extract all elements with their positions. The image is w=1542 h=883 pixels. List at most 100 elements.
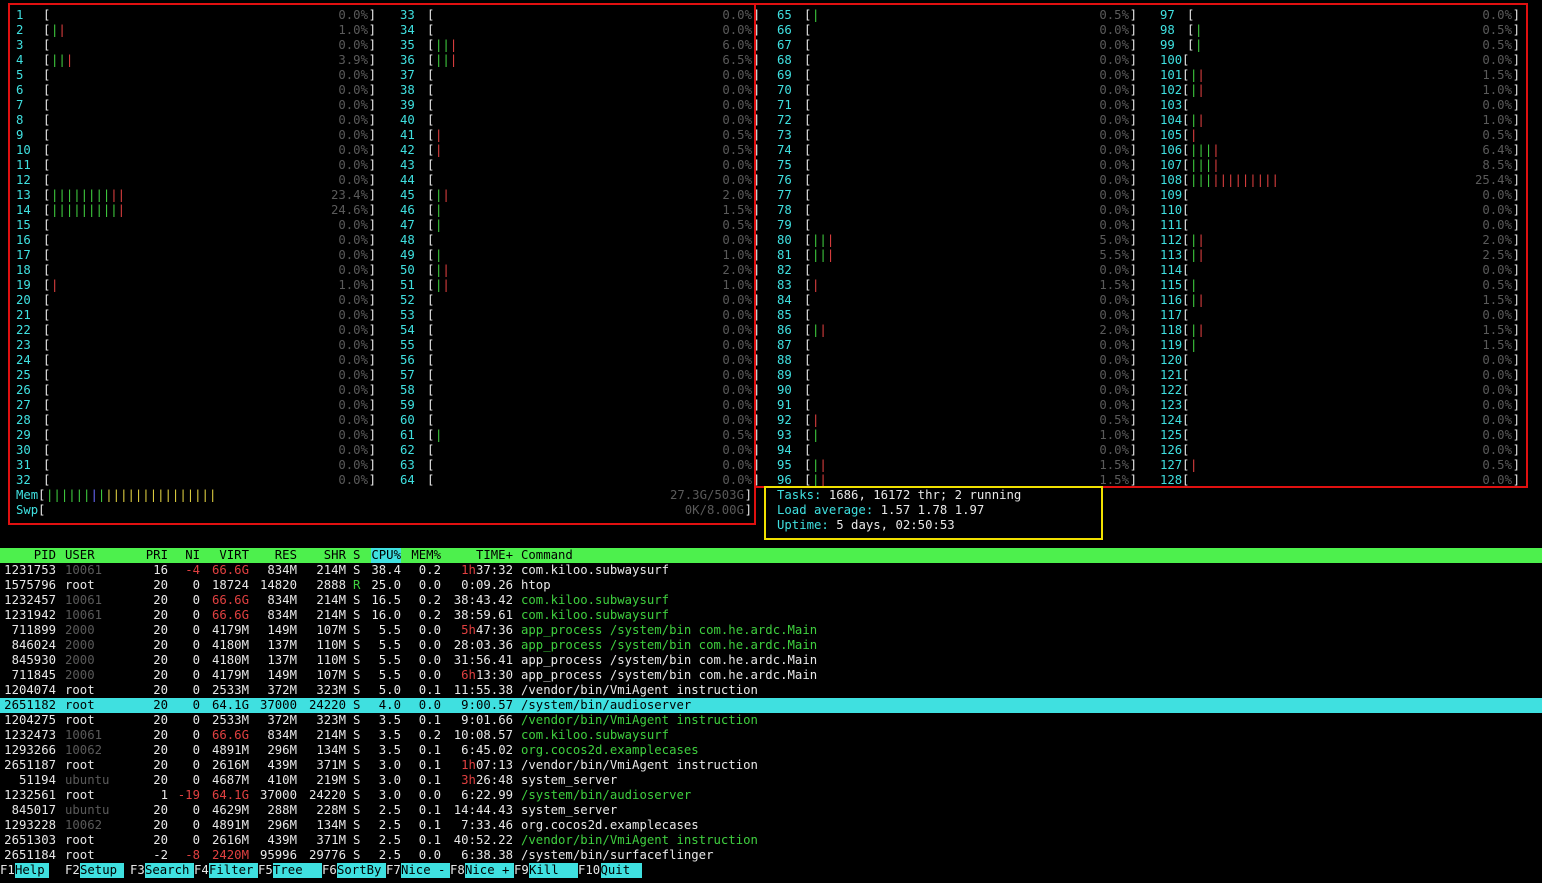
process-row[interactable]: 1231753 10061 16 -4 66.6G 834M 214M S 38.4 0.2 1h3… — [0, 563, 1542, 578]
time-rest: 11:55.38 — [453, 683, 513, 697]
process-row[interactable]: 846024 2000 20 0 4180M 137M 110M S 5.5 0.0 28:03.3… — [0, 638, 1542, 653]
process-cmd: /system/bin/audioserver — [521, 698, 692, 712]
process-row[interactable]: 1232561 root 1 -19 64.1G 37000 24220 S 3.0 0.0 6:2… — [0, 788, 1542, 803]
process-row[interactable]: 1232457 10061 20 0 66.6G 834M 214M S 16.5 0.2 38:4… — [0, 593, 1542, 608]
process-row[interactable]: 2651182 root 20 0 64.1G 37000 24220 S 4.0 0.0 9:00… — [0, 698, 1542, 713]
column-header-virt[interactable]: VIRT — [219, 548, 249, 563]
process-mem: 0.0 — [418, 668, 441, 682]
process-res: 149M — [267, 623, 297, 637]
process-row[interactable]: 711845 2000 20 0 4179M 149M 107M S 5.5 0.0 6h13:30… — [0, 668, 1542, 683]
process-row[interactable]: 845017 ubuntu 20 0 4629M 288M 228M S 2.5 0.1 14:44… — [0, 803, 1542, 818]
time-rest: 38:59.61 — [453, 608, 513, 622]
process-ni: 0 — [192, 593, 200, 607]
process-ni: 0 — [192, 833, 200, 847]
process-cpu: 5.5 — [378, 668, 401, 682]
process-time: 6:45.02 — [461, 743, 513, 758]
process-row[interactable]: 1293266 10062 20 0 4891M 296M 134M S 3.5 0.1 6:45.… — [0, 743, 1542, 758]
process-virt: 4179M — [211, 668, 249, 682]
column-header-ni[interactable]: NI — [185, 548, 200, 563]
footer-action-help[interactable]: Help — [15, 863, 49, 878]
process-ni: 0 — [192, 773, 200, 787]
footer-action-nice[interactable]: Nice + — [465, 863, 514, 878]
footer-action-filter[interactable]: Filter — [209, 863, 258, 878]
process-row[interactable]: 1204275 root 20 0 2533M 372M 323M S 3.5 0.1 9:01.6… — [0, 713, 1542, 728]
process-s: S — [353, 653, 361, 667]
process-res: 149M — [267, 668, 297, 682]
process-row[interactable]: 1293228 10062 20 0 4891M 296M 134M S 2.5 0.1 7:33.… — [0, 818, 1542, 833]
column-header-res[interactable]: RES — [275, 548, 297, 563]
process-table[interactable]: 1231753 10061 16 -4 66.6G 834M 214M S 38.4 0.2 1h3… — [0, 563, 1542, 863]
process-ni: 0 — [192, 698, 200, 712]
process-user: ubuntu — [65, 803, 110, 817]
process-virt: 66.6G — [211, 728, 249, 742]
process-res: 37000 — [259, 788, 297, 802]
process-ni: 0 — [192, 638, 200, 652]
process-cmd: com.kiloo.subwaysurf — [521, 728, 670, 742]
process-shr: 219M — [316, 773, 346, 787]
process-virt: 2533M — [211, 683, 249, 697]
footer-key-f8: F8 — [450, 863, 465, 878]
process-cpu: 4.0 — [378, 698, 401, 712]
process-pri: 20 — [153, 623, 168, 637]
column-header-cpu-[interactable]: CPU% — [371, 548, 401, 563]
process-shr: 24220 — [308, 698, 346, 712]
footer-action-quit[interactable]: Quit — [600, 863, 642, 878]
process-mem: 0.0 — [418, 698, 441, 712]
process-pri: 1 — [160, 788, 168, 802]
footer-key-f4: F4 — [194, 863, 209, 878]
process-pri: 20 — [153, 698, 168, 712]
footer-key-f2: F2 — [65, 863, 80, 878]
process-cmd: /system/bin/audioserver — [521, 788, 692, 802]
process-user: root — [65, 758, 95, 772]
process-row[interactable]: 1231942 10061 20 0 66.6G 834M 214M S 16.0 0.2 38:5… — [0, 608, 1542, 623]
column-header-command[interactable]: Command — [521, 548, 573, 563]
footer-action-tree[interactable]: Tree — [273, 863, 322, 878]
process-ni: 0 — [192, 818, 200, 832]
process-cmd: /vendor/bin/VmiAgent instruction — [521, 833, 758, 847]
process-row[interactable]: 2651187 root 20 0 2616M 439M 371M S 3.0 0.1 1h07:1… — [0, 758, 1542, 773]
column-header-pri[interactable]: PRI — [146, 548, 168, 563]
process-cmd: system_server — [521, 773, 618, 787]
process-row[interactable]: 1204074 root 20 0 2533M 372M 323M S 5.0 0.1 11:55.… — [0, 683, 1542, 698]
column-header-shr[interactable]: SHR — [324, 548, 346, 563]
process-cpu: 2.5 — [378, 818, 401, 832]
column-header-user[interactable]: USER — [65, 548, 95, 563]
process-row[interactable]: 2651184 root -2 -8 2420M 95996 29776 S 2.5 0.0 6:3… — [0, 848, 1542, 863]
footer-action-search[interactable]: Search — [145, 863, 194, 878]
footer-action-sortby[interactable]: SortBy — [337, 863, 386, 878]
process-pid: 1204275 — [4, 713, 56, 727]
process-s: S — [353, 833, 361, 847]
column-header-mem-[interactable]: MEM% — [411, 548, 441, 563]
process-virt: 66.6G — [211, 608, 249, 622]
process-row[interactable]: 1575796 root 20 0 18724 14820 2888 R 25.0 0.0 0:09… — [0, 578, 1542, 593]
process-virt: 4891M — [211, 743, 249, 757]
process-cpu: 16.0 — [371, 608, 401, 622]
process-row[interactable]: 2651303 root 20 0 2616M 439M 371M S 2.5 0.1 40:52.… — [0, 833, 1542, 848]
process-s: S — [353, 698, 361, 712]
process-s: S — [353, 758, 361, 772]
footer-key-f3: F3 — [130, 863, 145, 878]
process-s: S — [353, 743, 361, 757]
footer-action-setup[interactable]: Setup — [80, 863, 124, 878]
column-header-s[interactable]: S — [353, 548, 360, 563]
process-ni: 0 — [192, 743, 200, 757]
time-rest: 37:32 — [475, 563, 513, 577]
column-header-pid[interactable]: PID — [34, 548, 56, 563]
process-row[interactable]: 51194 ubuntu 20 0 4687M 410M 219M S 3.0 0.1 3h26:4… — [0, 773, 1542, 788]
process-res: 834M — [267, 563, 297, 577]
column-header-time-[interactable]: TIME+ — [476, 548, 513, 563]
process-row[interactable]: 845930 2000 20 0 4180M 137M 110M S 5.5 0.0 31:56.4… — [0, 653, 1542, 668]
process-pri: 20 — [153, 803, 168, 817]
footer-action-kill[interactable]: Kill — [529, 863, 578, 878]
process-pid: 1231753 — [4, 563, 56, 577]
process-mem: 0.1 — [418, 773, 441, 787]
process-row[interactable]: 1232473 10061 20 0 66.6G 834M 214M S 3.5 0.2 10:08… — [0, 728, 1542, 743]
process-time: 11:55.38 — [454, 683, 513, 698]
process-cmd: com.kiloo.subwaysurf — [521, 608, 670, 622]
process-cpu: 3.0 — [378, 788, 401, 802]
process-row[interactable]: 711899 2000 20 0 4179M 149M 107M S 5.5 0.0 5h47:36… — [0, 623, 1542, 638]
process-pid: 1293266 — [4, 743, 56, 757]
footer-action-nice[interactable]: Nice - — [401, 863, 450, 878]
process-user: root — [65, 848, 95, 862]
process-pri: 20 — [153, 743, 168, 757]
